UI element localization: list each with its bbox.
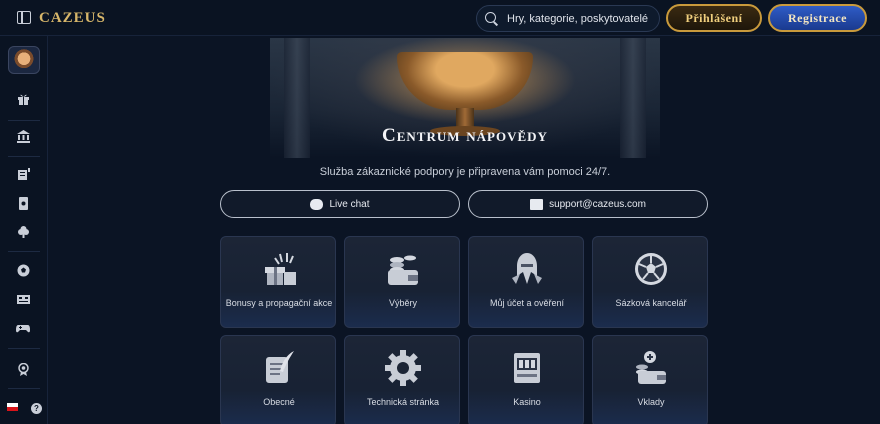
sidebar-toggle-icon[interactable] (17, 11, 31, 24)
scoreboard-icon[interactable] (16, 292, 30, 306)
gift-icon[interactable] (16, 92, 30, 106)
search-box[interactable] (476, 5, 660, 32)
category-card-bonuses[interactable]: Bonusy a propagační akce (220, 236, 336, 328)
category-card-account[interactable]: Můj účet a ověření (468, 236, 584, 328)
login-button[interactable]: Přihlášení (666, 4, 762, 32)
cards-icon[interactable] (16, 196, 30, 210)
email-label: support@cazeus.com (549, 198, 646, 210)
mail-icon (530, 198, 544, 210)
deposit-wallet-icon (631, 348, 671, 388)
category-card-general[interactable]: Obecné (220, 335, 336, 424)
tickets-icon[interactable] (16, 167, 30, 181)
logo[interactable]: CAZEUS (39, 10, 106, 27)
category-label: Výběry (388, 298, 417, 308)
avatar-icon[interactable] (8, 46, 40, 74)
top-header: CAZEUS Přihlášení Registrace (0, 0, 880, 36)
gift-box-icon (259, 249, 299, 289)
cz-flag-icon[interactable] (7, 403, 18, 411)
live-chat-button[interactable]: Live chat (220, 190, 460, 218)
category-card-withdrawals[interactable]: Výběry (344, 236, 460, 328)
page-subtitle: Služba zákaznické podpory je připravena … (319, 166, 611, 178)
category-card-sportsbook[interactable]: Sázková kancelář (592, 236, 708, 328)
chat-bubble-icon (310, 198, 324, 210)
category-label: Vklady (637, 397, 665, 407)
category-label: Technická stránka (366, 397, 440, 407)
category-label: Můj účet a ověření (489, 298, 565, 308)
warrior-helmet-icon (507, 249, 547, 289)
coins-wallet-icon (383, 249, 423, 289)
search-input[interactable] (507, 12, 657, 25)
gamepad-icon[interactable] (16, 321, 30, 335)
scroll-quill-icon (259, 348, 299, 388)
register-button[interactable]: Registrace (768, 4, 867, 32)
chip-icon[interactable] (16, 225, 30, 239)
email-button[interactable]: support@cazeus.com (468, 190, 708, 218)
help-icon[interactable]: ? (31, 403, 42, 414)
gear-icon (383, 348, 423, 388)
search-icon (485, 11, 499, 26)
category-label: Obecné (263, 397, 295, 407)
sidebar (0, 36, 48, 424)
category-card-deposits[interactable]: Vklady (592, 335, 708, 424)
soccer-icon[interactable] (16, 263, 30, 277)
slot-machine-icon (507, 348, 547, 388)
category-label: Sázková kancelář (615, 298, 687, 308)
category-label: Bonusy a propagační akce (225, 298, 333, 308)
goblet-image (397, 52, 533, 110)
category-card-casino[interactable]: Kasino (468, 335, 584, 424)
page-title: Centrum nápovědy (382, 125, 548, 146)
category-label: Kasino (513, 397, 541, 407)
category-card-technical[interactable]: Technická stránka (344, 335, 460, 424)
bank-icon[interactable] (16, 129, 30, 143)
live-chat-label: Live chat (329, 198, 370, 210)
soccer-ball-icon (631, 249, 671, 289)
badge-icon[interactable] (16, 362, 30, 376)
